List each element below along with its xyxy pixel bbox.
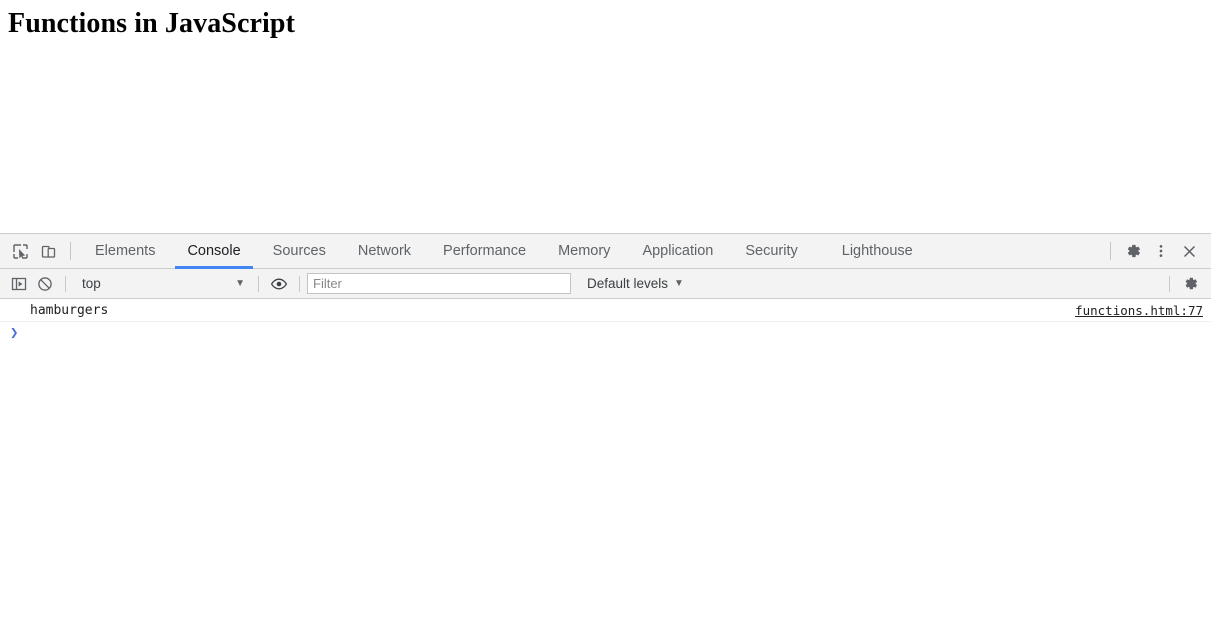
tab-label: Security <box>745 243 798 259</box>
page-viewport: Functions in JavaScript <box>0 0 1211 233</box>
tabbar-divider <box>70 242 71 260</box>
devtools-window: Functions in JavaScript Elements Console… <box>0 0 1211 635</box>
execution-context-dropdown[interactable]: top ▼ <box>73 272 251 296</box>
page-title: Functions in JavaScript <box>8 8 296 39</box>
prompt-arrow-icon: ❯ <box>10 325 19 341</box>
toolbar-divider <box>65 275 66 292</box>
close-icon[interactable] <box>1175 237 1203 265</box>
console-toolbar-actions <box>1162 272 1211 296</box>
console-message-text: hamburgers <box>30 302 109 318</box>
chevron-down-icon: ▼ <box>235 277 245 289</box>
tab-label: Memory <box>558 243 611 259</box>
tab-performance[interactable]: Performance <box>427 234 542 269</box>
tabbar-actions-divider <box>1110 242 1111 260</box>
console-prompt-input[interactable] <box>26 323 1211 343</box>
tab-lighthouse[interactable]: Lighthouse <box>826 234 929 269</box>
devtools-tab-list: Elements Console Sources Network Perform… <box>79 234 1102 269</box>
tab-network[interactable]: Network <box>342 234 427 269</box>
toolbar-divider-4 <box>1169 275 1170 292</box>
sidebar-toggle-icon[interactable] <box>6 272 32 296</box>
gear-icon[interactable] <box>1177 272 1203 296</box>
inspect-element-icon[interactable] <box>6 237 34 265</box>
toolbar-divider-3 <box>299 275 300 292</box>
tab-label: Network <box>357 243 412 259</box>
tab-application[interactable]: Application <box>626 234 729 269</box>
tab-security[interactable]: Security <box>729 234 813 269</box>
tab-label: Performance <box>443 243 527 259</box>
filter-input[interactable] <box>307 273 571 294</box>
console-output[interactable]: hamburgers functions.html:77 ❯ <box>0 299 1211 635</box>
console-filter-toolbar: top ▼ Default levels ▼ <box>0 269 1211 299</box>
gear-icon[interactable] <box>1119 237 1147 265</box>
tab-label: Lighthouse <box>841 243 913 259</box>
kebab-menu-icon[interactable] <box>1147 237 1175 265</box>
tab-label: Sources <box>272 243 326 259</box>
eye-icon[interactable] <box>266 272 292 296</box>
clear-console-icon[interactable] <box>32 272 58 296</box>
console-prompt-row[interactable]: ❯ <box>0 322 1211 344</box>
log-levels-label: Default levels <box>587 276 669 291</box>
log-levels-dropdown[interactable]: Default levels ▼ <box>581 272 690 296</box>
tab-console[interactable]: Console <box>171 234 256 269</box>
devtools-tabbar: Elements Console Sources Network Perform… <box>0 234 1211 269</box>
tab-label: Console <box>187 243 241 259</box>
tab-memory[interactable]: Memory <box>542 234 626 269</box>
console-source-link[interactable]: functions.html:77 <box>1075 303 1203 318</box>
devtools-panel: Elements Console Sources Network Perform… <box>0 233 1211 635</box>
chevron-down-icon: ▼ <box>674 277 684 289</box>
execution-context-value: top <box>82 276 101 291</box>
tabbar-actions <box>1102 237 1211 265</box>
device-toolbar-icon[interactable] <box>34 237 62 265</box>
tab-sources[interactable]: Sources <box>257 234 342 269</box>
console-message-row[interactable]: hamburgers functions.html:77 <box>0 299 1211 322</box>
tab-elements[interactable]: Elements <box>79 234 171 269</box>
tab-label: Elements <box>95 243 156 259</box>
tab-label: Application <box>642 243 714 259</box>
toolbar-divider-2 <box>258 275 259 292</box>
